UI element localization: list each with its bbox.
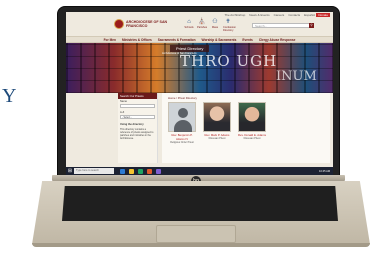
edge-text: Y — [2, 85, 18, 107]
site-brand[interactable]: ARCHDIOCESE OF SAN FRANCISCO — [126, 20, 170, 28]
quick-link-parishes[interactable]: ⛪ Parishes — [197, 19, 207, 32]
priest-role: Diocesan Priest — [243, 137, 261, 140]
quick-link-schools[interactable]: ⌂ Schools — [184, 19, 194, 32]
utility-links: The Archbishop News & Events Careers Con… — [224, 13, 315, 17]
priest-photo[interactable] — [238, 102, 266, 132]
search-sidebar: Search Our Priests Name A-Z - Select - U… — [118, 93, 158, 163]
filter-select[interactable]: - Select - — [120, 115, 155, 119]
nav-item-clergy-abuse[interactable]: Clergy Abuse Response — [259, 38, 296, 42]
laptop-screen: The Archbishop News & Events Careers Con… — [66, 12, 333, 175]
link-careers[interactable]: Careers — [274, 13, 285, 17]
nav-item-ministries[interactable]: Ministries & Offices — [122, 38, 152, 42]
quick-link-confession[interactable]: ✝ Confession Directory — [223, 19, 236, 32]
priest-photo[interactable] — [203, 102, 231, 132]
cross-icon: ✝ — [225, 19, 231, 25]
link-archbishop[interactable]: The Archbishop — [224, 13, 245, 17]
nav-item-men[interactable]: For Men — [104, 38, 116, 42]
avatar-placeholder-icon[interactable] — [168, 102, 196, 132]
windows-start-icon[interactable]: ⊞ — [66, 167, 74, 175]
nav-item-events[interactable]: Events — [242, 38, 252, 42]
taskbar-app-icon[interactable] — [147, 168, 152, 174]
school-icon: ⌂ — [187, 19, 191, 25]
site-search-input[interactable]: Search... ⚲ — [252, 23, 314, 28]
quick-link-mass[interactable]: ⚇ Mass — [210, 19, 220, 32]
link-espanol[interactable]: Español — [304, 13, 315, 17]
laptop-touchpad — [156, 225, 236, 243]
main-nav: For Men Ministries & Offices Sacraments … — [66, 36, 333, 43]
priest-name[interactable]: Rev. Benjamin P. Adams IV — [168, 133, 196, 141]
taskbar-app-icon[interactable] — [156, 168, 161, 174]
hero-tag: Priest Directory — [170, 45, 210, 52]
laptop-front-edge — [32, 243, 370, 247]
laptop-photo: Y The Archbishop News & Events Careers C… — [0, 0, 391, 258]
hero-title-line2: INUM — [276, 69, 317, 84]
taskbar-search-input[interactable]: Type here to search — [74, 168, 114, 174]
link-contacts[interactable]: Contacts — [288, 13, 300, 17]
laptop-keyboard — [62, 186, 338, 221]
church-icon: ⛪ — [198, 19, 206, 25]
donate-button[interactable]: Donate — [316, 13, 330, 17]
site-header: ARCHDIOCESE OF SAN FRANCISCO ⌂ Schools ⛪ P… — [66, 18, 333, 36]
hero-title: THRO UGH — [180, 52, 278, 70]
name-field[interactable] — [120, 104, 155, 108]
priest-card[interactable]: Rev. Benjamin P. Adams IV Religious Orde… — [168, 102, 196, 144]
search-icon[interactable]: ⚲ — [309, 23, 314, 28]
nav-item-sacraments-formation[interactable]: Sacraments & Formation — [158, 38, 196, 42]
nav-item-worship[interactable]: Worship & Sacraments — [202, 38, 237, 42]
priest-card[interactable]: Rev. Mark P. Adams Diocesan Priest — [203, 102, 231, 144]
taskbar-app-icon[interactable] — [120, 168, 125, 174]
taskbar-app-icon[interactable] — [129, 168, 134, 174]
priest-cards: Rev. Benjamin P. Adams IV Religious Orde… — [168, 102, 266, 144]
taskbar-clock[interactable]: 10:45 AM — [319, 170, 330, 173]
priest-role: Diocesan Priest — [208, 137, 226, 140]
priest-card[interactable]: Rev. Donald E. Adams Diocesan Priest — [238, 102, 266, 144]
quick-links: ⌂ Schools ⛪ Parishes ⚇ Mass ✝ Confession Dir… — [184, 19, 236, 32]
windows-taskbar: ⊞ Type here to search 10:45 AM — [66, 167, 333, 175]
breadcrumb[interactable]: Home / Priest Directory — [168, 96, 197, 100]
archdiocese-seal-icon[interactable] — [114, 19, 124, 29]
priest-role: Religious Order Priest — [170, 141, 194, 144]
taskbar-app-icon[interactable] — [138, 168, 143, 174]
laptop-lid: The Archbishop News & Events Careers Con… — [57, 6, 340, 178]
hero-banner: Priest Directory Archdiocese of San Fran… — [66, 43, 333, 93]
directory-main: Home / Priest Directory Rev. Benjamin P.… — [162, 93, 330, 163]
link-news-events[interactable]: News & Events — [249, 13, 269, 17]
chalice-icon: ⚇ — [212, 19, 218, 25]
about-text: This directory contains a reference of p… — [120, 128, 154, 140]
taskbar-apps — [120, 168, 161, 174]
